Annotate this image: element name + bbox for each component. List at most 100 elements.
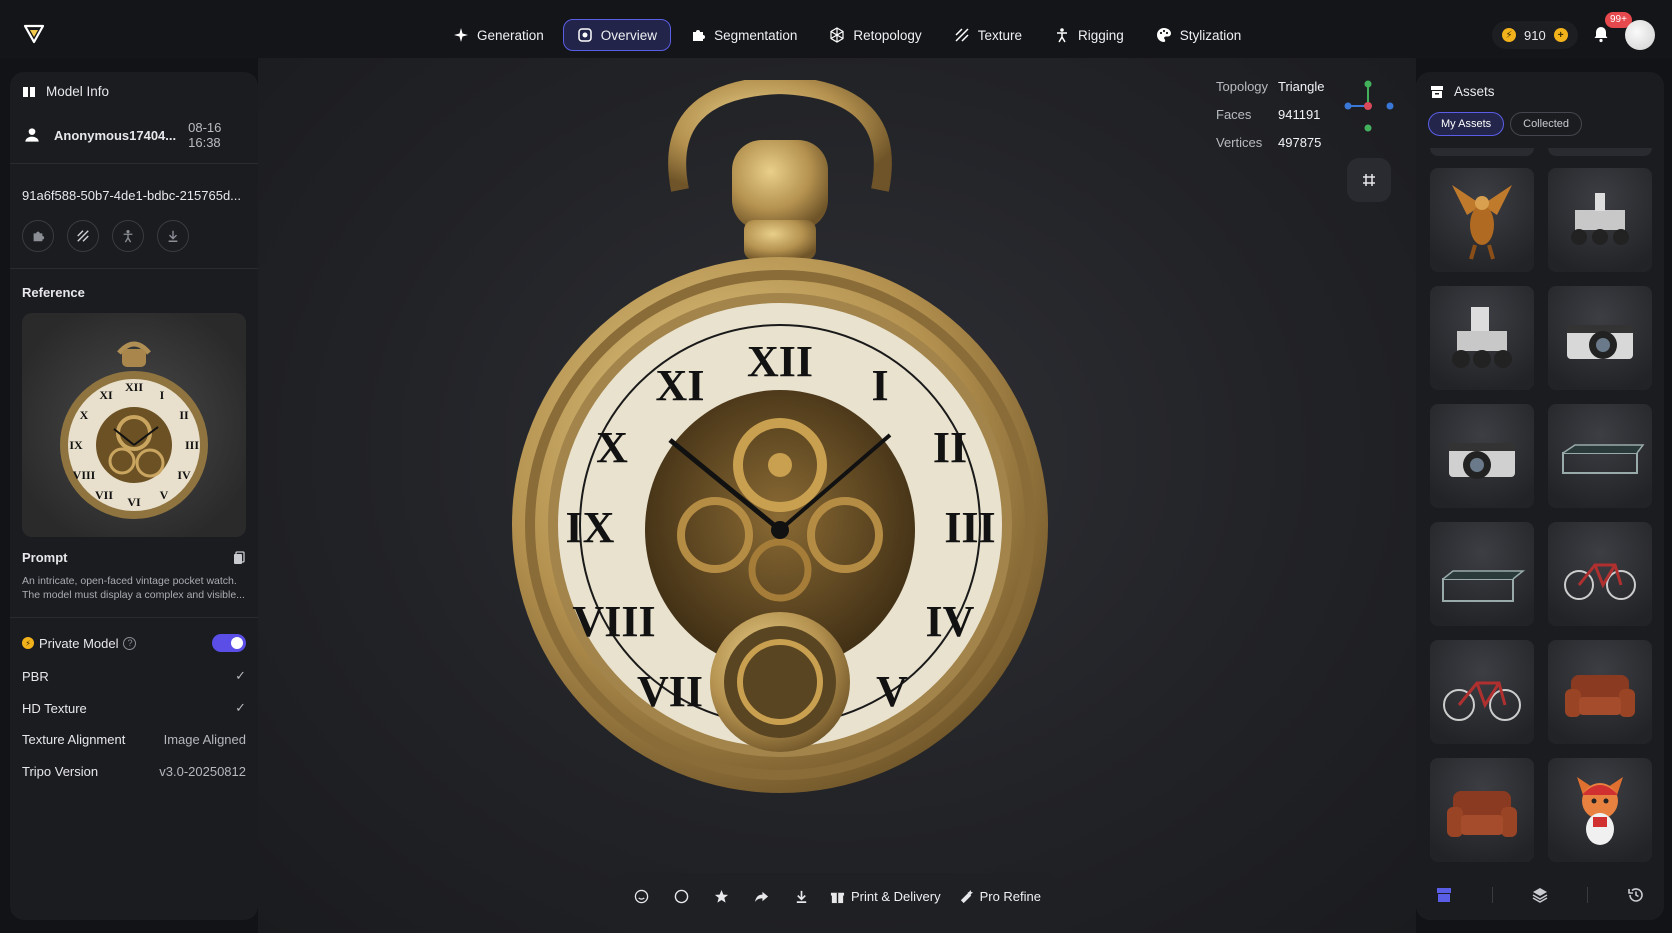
username: Anonymous17404...	[54, 127, 177, 143]
svg-text:V: V	[876, 667, 908, 716]
rover-thumbnail	[1571, 193, 1629, 245]
setting-row-tripo-version: Tripo Version v3.0-20250812	[22, 764, 246, 779]
svg-text:XI: XI	[656, 361, 705, 410]
nav-label: Rigging	[1077, 27, 1124, 43]
axis-gizmo-icon[interactable]	[1340, 78, 1396, 134]
svg-text:III: III	[944, 503, 995, 552]
rigging-button[interactable]	[112, 220, 144, 252]
divider	[10, 617, 258, 618]
download-button[interactable]	[786, 881, 816, 911]
copy-icon[interactable]	[232, 551, 246, 565]
rigging-icon	[123, 230, 133, 243]
print-delivery-button[interactable]: Print & Delivery	[826, 889, 945, 904]
nav-label: Overview	[600, 27, 658, 43]
svg-text:XII: XII	[125, 380, 143, 394]
archive-icon[interactable]	[1435, 886, 1453, 904]
nav-retopology[interactable]: Retopology	[816, 19, 934, 51]
overview-icon	[578, 28, 592, 42]
pocket-watch-thumbnail: XIIIIIVIIX IIIIVV VIIVIIIXXI	[60, 341, 208, 519]
stat-value: Triangle	[1278, 78, 1325, 94]
prompt-label: Prompt	[22, 550, 68, 565]
share-button[interactable]	[746, 881, 776, 911]
owner-row: Anonymous17404... 08-16 16:38	[22, 120, 246, 150]
private-model-toggle[interactable]	[212, 634, 246, 652]
nav-rigging[interactable]: Rigging	[1041, 19, 1137, 51]
svg-text:VIII: VIII	[572, 597, 655, 646]
render-mode-button[interactable]	[626, 881, 656, 911]
reference-image[interactable]: XII III VI IX I II IV V VII VIII X XI	[22, 313, 246, 537]
asset-tile-bicycle[interactable]	[1430, 640, 1534, 744]
grid-toggle-button[interactable]	[1347, 158, 1391, 202]
svg-text:IX: IX	[69, 438, 83, 452]
segment-button[interactable]	[22, 220, 54, 252]
svg-text:VIII: VIII	[73, 468, 96, 482]
glass-table-thumbnail	[1562, 444, 1645, 474]
tab-collected[interactable]: Collected	[1510, 112, 1582, 136]
asset-tile-griffin[interactable]	[1430, 168, 1534, 272]
layers-icon[interactable]	[1531, 886, 1549, 904]
pro-refine-label: Pro Refine	[979, 888, 1041, 904]
asset-tile-armchair[interactable]	[1548, 640, 1652, 744]
grid-icon	[1363, 174, 1375, 186]
nav-overview[interactable]: Overview	[562, 19, 672, 51]
stat-label: Faces	[1216, 106, 1252, 122]
model-actions	[22, 220, 189, 252]
svg-text:XII: XII	[747, 337, 813, 386]
nav-label: Texture	[977, 27, 1022, 43]
asset-tile-glass-table[interactable]	[1430, 522, 1534, 626]
divider	[1491, 887, 1493, 903]
nav-texture[interactable]: Texture	[941, 19, 1035, 51]
tab-my-assets[interactable]: My Assets	[1428, 112, 1505, 136]
pro-refine-button[interactable]: Pro Refine	[955, 889, 1045, 904]
private-model-group: ⚡ Private Model ?	[22, 635, 137, 651]
nav-stylization[interactable]: Stylization	[1143, 19, 1255, 51]
checkmark-icon: ✓	[235, 668, 246, 683]
private-model-row: ⚡ Private Model ?	[22, 634, 246, 652]
divider	[10, 268, 258, 269]
reference-label: Reference	[22, 285, 85, 300]
avatar[interactable]	[1625, 20, 1655, 50]
stat-label: Vertices	[1216, 134, 1263, 150]
bell-icon[interactable]	[1592, 25, 1610, 43]
checkmark-icon: ✓	[235, 700, 246, 715]
asset-tile-bicycle[interactable]	[1548, 522, 1652, 626]
nav-generation[interactable]: Generation	[440, 19, 557, 51]
stat-value: 497875	[1278, 134, 1322, 150]
download-button[interactable]	[157, 220, 189, 252]
panel-title: Model Info	[46, 84, 110, 99]
asset-tile-camera[interactable]	[1548, 286, 1652, 390]
add-credits-icon[interactable]: +	[1553, 28, 1568, 42]
logo-icon[interactable]	[18, 17, 50, 49]
asset-tile-fox-figure[interactable]	[1548, 758, 1652, 862]
coin-icon: ⚡	[22, 637, 34, 649]
refine-icon	[960, 889, 973, 903]
pocket-watch-model[interactable]: XII III IX I II IV XI X VIII VII V	[510, 80, 1050, 800]
asset-tile[interactable]	[1430, 148, 1534, 156]
nav-segmentation[interactable]: Segmentation	[677, 19, 810, 51]
asset-tile-armchair[interactable]	[1430, 758, 1534, 862]
setting-label: HD Texture	[22, 700, 87, 716]
history-icon[interactable]	[1627, 886, 1645, 904]
stat-faces: Faces 941191	[1216, 100, 1324, 128]
archive-icon	[1431, 85, 1443, 98]
svg-text:X: X	[596, 423, 628, 472]
asset-tile-glass-table[interactable]	[1548, 404, 1652, 508]
svg-text:XI: XI	[99, 388, 113, 402]
texture-button[interactable]	[67, 220, 99, 252]
user-icon	[25, 128, 39, 142]
setting-row-pbr: PBR ✓	[22, 668, 246, 684]
stat-value: 941191	[1278, 106, 1321, 122]
svg-text:V: V	[160, 488, 169, 502]
asset-tile[interactable]	[1548, 148, 1652, 156]
private-model-label: Private Model	[39, 635, 119, 651]
asset-tile-camera[interactable]	[1430, 404, 1534, 508]
lighting-button[interactable]	[666, 881, 696, 911]
credits-balance[interactable]: ⚡ 910 +	[1492, 21, 1578, 49]
svg-text:VII: VII	[637, 667, 703, 716]
asset-tile-rover[interactable]	[1548, 168, 1652, 272]
favorite-button[interactable]	[706, 881, 736, 911]
asset-tile-rover[interactable]	[1430, 286, 1534, 390]
setting-row-hd-texture: HD Texture ✓	[22, 700, 246, 716]
help-icon[interactable]: ?	[123, 636, 137, 650]
print-delivery-label: Print & Delivery	[851, 888, 941, 904]
